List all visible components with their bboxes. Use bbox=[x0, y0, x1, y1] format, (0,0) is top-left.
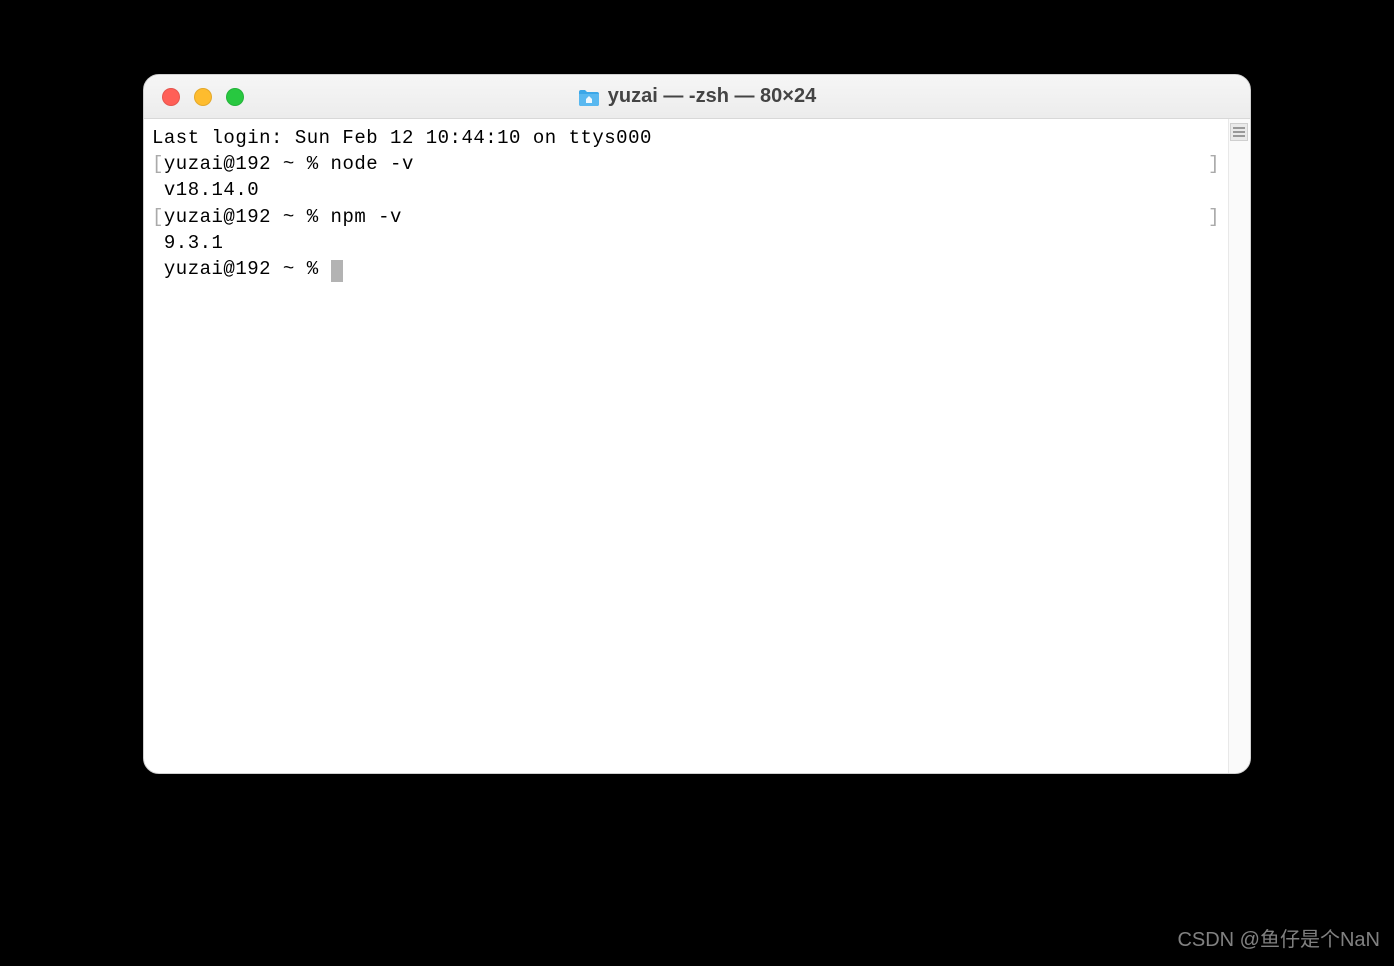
terminal-window: yuzai — -zsh — 80×24 Last login: Sun Feb… bbox=[143, 74, 1251, 774]
prompt-bracket-left bbox=[152, 258, 164, 280]
output-line: 9.3.1 bbox=[152, 230, 1220, 256]
prompt-bracket-right: ] bbox=[1208, 204, 1220, 230]
home-folder-icon bbox=[578, 88, 600, 106]
window-title-text: yuzai — -zsh — 80×24 bbox=[608, 85, 816, 108]
minimize-button[interactable] bbox=[194, 88, 212, 106]
prompt-bracket-left: [ bbox=[152, 206, 164, 228]
prompt-bracket-right: ] bbox=[1208, 151, 1220, 177]
prompt: yuzai@192 ~ % bbox=[164, 153, 331, 175]
command-text: npm -v bbox=[331, 206, 402, 228]
prompt: yuzai@192 ~ % bbox=[164, 258, 331, 280]
command-text: node -v bbox=[331, 153, 414, 175]
traffic-lights bbox=[144, 88, 244, 106]
title-bar: yuzai — -zsh — 80×24 bbox=[144, 75, 1250, 119]
command-line: [yuzai@192 ~ % npm -v] bbox=[152, 204, 1220, 230]
output-line: v18.14.0 bbox=[152, 177, 1220, 203]
last-login-line: Last login: Sun Feb 12 10:44:10 on ttys0… bbox=[152, 125, 1220, 151]
cursor-icon bbox=[331, 260, 343, 282]
prompt-line: yuzai@192 ~ % bbox=[152, 256, 1220, 282]
command-line: [yuzai@192 ~ % node -v] bbox=[152, 151, 1220, 177]
terminal-body: Last login: Sun Feb 12 10:44:10 on ttys0… bbox=[144, 119, 1250, 773]
prompt-bracket-left: [ bbox=[152, 153, 164, 175]
window-title: yuzai — -zsh — 80×24 bbox=[144, 85, 1250, 108]
close-button[interactable] bbox=[162, 88, 180, 106]
watermark-text: CSDN @鱼仔是个NaN bbox=[1177, 923, 1380, 952]
terminal-content[interactable]: Last login: Sun Feb 12 10:44:10 on ttys0… bbox=[144, 119, 1228, 773]
zoom-button[interactable] bbox=[226, 88, 244, 106]
scrollbar[interactable] bbox=[1228, 119, 1250, 773]
scrollbar-indicator-icon bbox=[1230, 123, 1248, 141]
prompt: yuzai@192 ~ % bbox=[164, 206, 331, 228]
